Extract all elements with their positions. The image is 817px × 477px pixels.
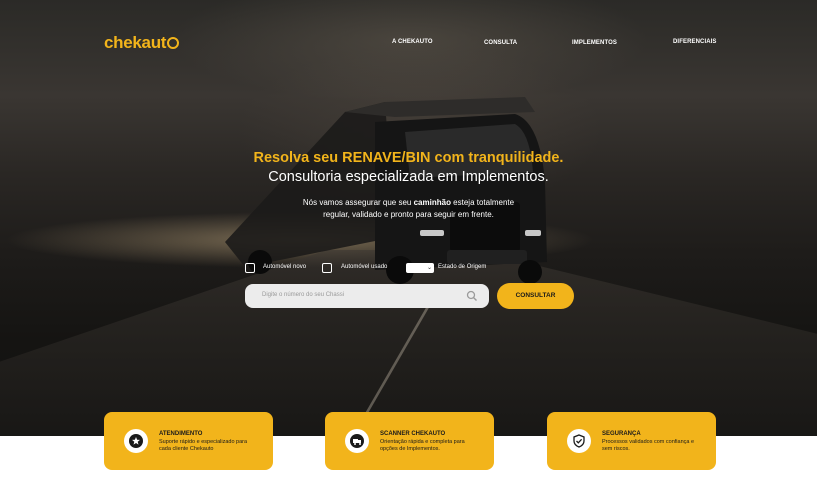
card-desc: Suporte rápido e especializado para cada… (159, 439, 248, 452)
shield-icon-circle (567, 429, 591, 453)
card-title: SEGURANÇA (602, 431, 641, 437)
feature-card-scanner: SCANNER CHEKAUTO Orientação rápida e com… (325, 412, 494, 470)
subtext-line2: regular, validado e pronto para seguir e… (323, 209, 494, 219)
state-label: Estado de Origem (438, 264, 487, 270)
checkbox-used-label: Automóvel usado (341, 264, 388, 270)
truck-image (225, 92, 555, 287)
search-icon[interactable] (466, 290, 478, 302)
subtext-pre: Nós vamos assegurar que seu (302, 198, 414, 207)
star-icon (129, 434, 143, 448)
card-title: SCANNER CHEKAUTO (380, 431, 446, 437)
consultar-button[interactable]: CONSULTAR (497, 283, 574, 309)
chevron-down-icon: ⌄ (426, 265, 432, 271)
shield-check-icon (573, 434, 585, 448)
logo-ring-icon (167, 37, 180, 49)
feature-card-atendimento: ATENDIMENTO Suporte rápido e especializa… (104, 412, 273, 470)
nav-item-consulta[interactable]: CONSULTA (484, 40, 517, 46)
card-desc: Processos validados com confiança e sem … (602, 439, 695, 452)
search-placeholder: Digite o número do seu Chassi (262, 292, 345, 298)
checkbox-new[interactable] (245, 263, 255, 273)
nav-item-diferenciais[interactable]: DIFERENCIAIS (673, 39, 717, 45)
checkbox-new-label: Automóvel novo (263, 264, 307, 270)
logo[interactable]: chekaut (104, 33, 180, 53)
headline-secondary: Consultoria especializada em Implementos… (268, 169, 549, 185)
hero-subtext: Nós vamos assegurar que seu caminhão est… (0, 197, 817, 220)
checkbox-used[interactable] (322, 263, 332, 273)
subtext-post: esteja totalmente (450, 198, 515, 207)
truck-icon (350, 434, 364, 448)
card-desc: Orientação rápida e completa para opções… (380, 439, 465, 452)
nav-item-implementos[interactable]: IMPLEMENTOS (572, 40, 617, 46)
subtext-bold: caminhão (413, 198, 451, 207)
nav-item-a-chekauto[interactable]: A CHEKAUTO (392, 39, 433, 45)
state-select[interactable]: ⌄ (406, 263, 434, 273)
headline-primary: Resolva seu RENAVE/BIN com tranquilidade… (253, 150, 564, 166)
card-title: ATENDIMENTO (159, 431, 203, 437)
truck-icon-circle (345, 429, 369, 453)
logo-text: chekaut (104, 33, 167, 52)
star-icon-circle (124, 429, 148, 453)
feature-card-seguranca: SEGURANÇA Processos validados com confia… (547, 412, 716, 470)
